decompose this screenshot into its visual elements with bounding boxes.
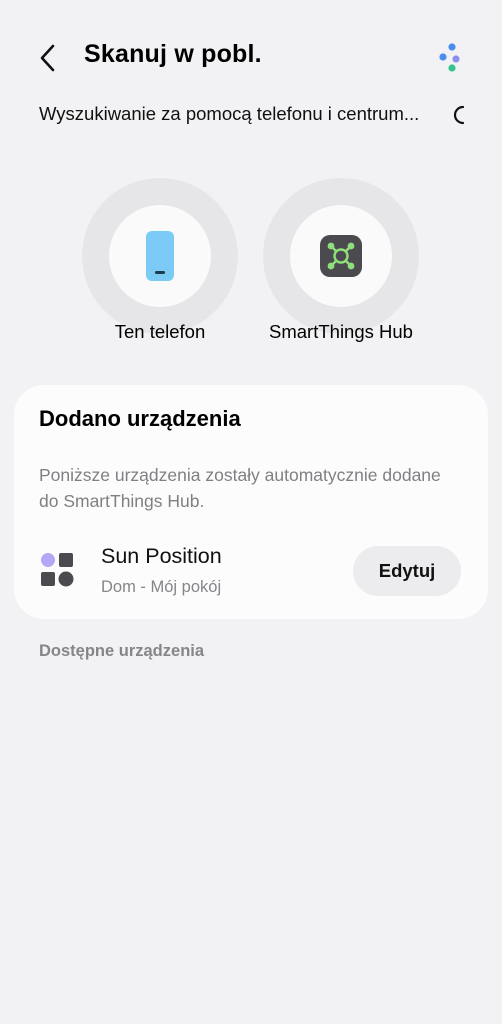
source-label: SmartThings Hub <box>269 321 413 342</box>
available-devices-header: Dostępne urządzenia <box>39 642 205 660</box>
source-ring <box>82 178 238 334</box>
edit-button[interactable]: Edytuj <box>353 546 461 596</box>
device-room: Dom - Mój pokój <box>101 578 222 596</box>
source-ring <box>263 178 419 334</box>
back-button[interactable] <box>28 38 68 78</box>
chevron-left-icon <box>40 44 55 72</box>
source-disc <box>109 205 211 307</box>
added-devices-card: Dodano urządzenia Poniższe urządzenia zo… <box>14 385 488 619</box>
page-title: Skanuj w pobl. <box>84 40 262 68</box>
scan-status-text: Wyszukiwanie za pomocą telefonu i centru… <box>39 103 420 124</box>
source-disc <box>290 205 392 307</box>
smartthings-hub-icon <box>320 235 362 277</box>
device-shapes-icon <box>41 553 74 587</box>
source-this-phone[interactable]: Ten telefon <box>82 178 238 342</box>
device-name: Sun Position <box>101 544 222 568</box>
header: Skanuj w pobl. <box>0 0 502 110</box>
card-description: Poniższe urządzenia zostały automatyczni… <box>39 465 441 511</box>
more-options-button[interactable] <box>432 38 472 78</box>
device-row[interactable]: Sun Position Dom - Mój pokój Edytuj <box>14 535 488 605</box>
more-options-dots-icon <box>439 43 460 72</box>
card-title: Dodano urządzenia <box>39 406 241 431</box>
phone-icon <box>146 231 174 281</box>
source-smartthings-hub[interactable]: SmartThings Hub <box>263 178 419 342</box>
loading-spinner-icon <box>453 105 465 125</box>
